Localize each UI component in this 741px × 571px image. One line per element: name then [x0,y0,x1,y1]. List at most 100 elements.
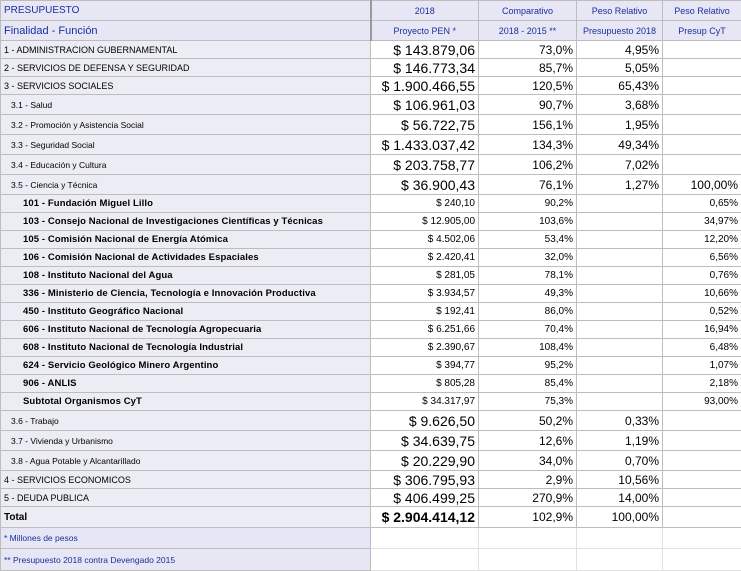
table-row: 3.6 - Trabajo$ 9.626,5050,2%0,33% [1,411,741,431]
row-comp: 156,1% [479,115,577,135]
row-comp: 270,9% [479,489,577,507]
table-row: 3 - SERVICIOS SOCIALES$ 1.900.466,55120,… [1,77,741,95]
table-row: 3.1 - Salud$ 106.961,0390,7%3,68% [1,95,741,115]
row-comp: 90,7% [479,95,577,115]
row-comp: 32,0% [479,249,577,267]
row-peso [577,303,663,321]
table-row: 105 - Comisión Nacional de Energía Atómi… [1,231,741,249]
row-peso: 10,56% [577,471,663,489]
row-peso [577,375,663,393]
row-peso: 0,33% [577,411,663,431]
row-name: 105 - Comisión Nacional de Energía Atómi… [1,231,371,249]
row-name: Subtotal Organismos CyT [1,393,371,411]
row-name: 4 - SERVICIOS ECONOMICOS [1,471,371,489]
footnote-row-1: * Millones de pesos [1,528,741,549]
row-amount: $ 2.390,67 [371,339,479,357]
row-name: 608 - Instituto Nacional de Tecnología I… [1,339,371,357]
table-row: 106 - Comisión Nacional de Actividades E… [1,249,741,267]
row-peso: 5,05% [577,59,663,77]
row-comp: 134,3% [479,135,577,155]
row-amount: $ 203.758,77 [371,155,479,175]
row-name: Total [1,507,371,528]
row-peso [577,285,663,303]
row-comp: 85,4% [479,375,577,393]
row-comp: 90,2% [479,195,577,213]
row-name: 108 - Instituto Nacional del Agua [1,267,371,285]
row-comp: 120,5% [479,77,577,95]
row-peso-cyt [663,411,741,431]
row-peso-cyt [663,115,741,135]
row-amount: $ 146.773,34 [371,59,479,77]
row-peso-cyt [663,135,741,155]
row-name: 3 - SERVICIOS SOCIALES [1,77,371,95]
row-comp: 103,6% [479,213,577,231]
row-peso-cyt: 12,20% [663,231,741,249]
row-comp: 102,9% [479,507,577,528]
row-peso-cyt [663,155,741,175]
row-peso-cyt: 10,66% [663,285,741,303]
row-amount: $ 143.879,06 [371,41,479,59]
row-amount: $ 2.420,41 [371,249,479,267]
row-name: 3.5 - Ciencia y Técnica [1,175,371,195]
row-amount: $ 36.900,43 [371,175,479,195]
row-peso-cyt: 2,18% [663,375,741,393]
row-peso-cyt [663,95,741,115]
row-peso-cyt [663,507,741,528]
row-name: 3.1 - Salud [1,95,371,115]
row-amount: $ 20.229,90 [371,451,479,471]
row-peso [577,231,663,249]
row-name: 336 - Ministerio de Ciencia, Tecnología … [1,285,371,303]
table-row: 608 - Instituto Nacional de Tecnología I… [1,339,741,357]
row-peso [577,267,663,285]
row-comp: 50,2% [479,411,577,431]
col-amount-sub: Proyecto PEN * [371,21,479,41]
table-row: 108 - Instituto Nacional del Agua$ 281,0… [1,267,741,285]
row-name: 106 - Comisión Nacional de Actividades E… [1,249,371,267]
table-row: 101 - Fundación Miguel Lillo$ 240,1090,2… [1,195,741,213]
row-peso: 7,02% [577,155,663,175]
row-comp: 53,4% [479,231,577,249]
table-row: 103 - Consejo Nacional de Investigacione… [1,213,741,231]
row-name: 103 - Consejo Nacional de Investigacione… [1,213,371,231]
row-amount: $ 1.433.037,42 [371,135,479,155]
row-peso-cyt [663,471,741,489]
footnote-row-2: ** Presupuesto 2018 contra Devengado 201… [1,549,741,571]
row-name: 624 - Servicio Geológico Minero Argentin… [1,357,371,375]
row-peso: 65,43% [577,77,663,95]
table-row: 3.4 - Educación y Cultura$ 203.758,77106… [1,155,741,175]
row-amount: $ 394,77 [371,357,479,375]
budget-table: PRESUPUESTO 2018 Comparativo Peso Relati… [0,0,741,571]
col-peso: Peso Relativo [577,1,663,21]
table-row: 3.7 - Vivienda y Urbanismo$ 34.639,7512,… [1,431,741,451]
row-comp: 12,6% [479,431,577,451]
row-comp: 106,2% [479,155,577,175]
row-amount: $ 240,10 [371,195,479,213]
row-peso-cyt: 100,00% [663,175,741,195]
row-name: 3.2 - Promoción y Asistencia Social [1,115,371,135]
row-peso-cyt [663,59,741,77]
table-row: 3.5 - Ciencia y Técnica$ 36.900,4376,1%1… [1,175,741,195]
row-amount: $ 34.639,75 [371,431,479,451]
row-amount: $ 306.795,93 [371,471,479,489]
row-name: 3.8 - Agua Potable y Alcantarillado [1,451,371,471]
table-row: 906 - ANLIS$ 805,2885,4%2,18% [1,375,741,393]
row-amount: $ 805,28 [371,375,479,393]
row-peso [577,195,663,213]
footnote-devengado: ** Presupuesto 2018 contra Devengado 201… [1,549,371,571]
row-amount: $ 281,05 [371,267,479,285]
col-comp-sub: 2018 - 2015 ** [479,21,577,41]
row-comp: 108,4% [479,339,577,357]
col-peso-cyt-sub: Presup CyT [663,21,741,41]
row-peso [577,339,663,357]
header-row-1: PRESUPUESTO 2018 Comparativo Peso Relati… [1,1,741,21]
row-comp: 49,3% [479,285,577,303]
row-name: 3.3 - Seguridad Social [1,135,371,155]
row-peso: 4,95% [577,41,663,59]
row-amount: $ 2.904.414,12 [371,507,479,528]
table-row: 450 - Instituto Geográfico Nacional$ 192… [1,303,741,321]
row-name: 606 - Instituto Nacional de Tecnología A… [1,321,371,339]
table-row: 1 - ADMINISTRACION GUBERNAMENTAL$ 143.87… [1,41,741,59]
row-comp: 2,9% [479,471,577,489]
col-amount-year: 2018 [371,1,479,21]
table-row: 3.8 - Agua Potable y Alcantarillado$ 20.… [1,451,741,471]
